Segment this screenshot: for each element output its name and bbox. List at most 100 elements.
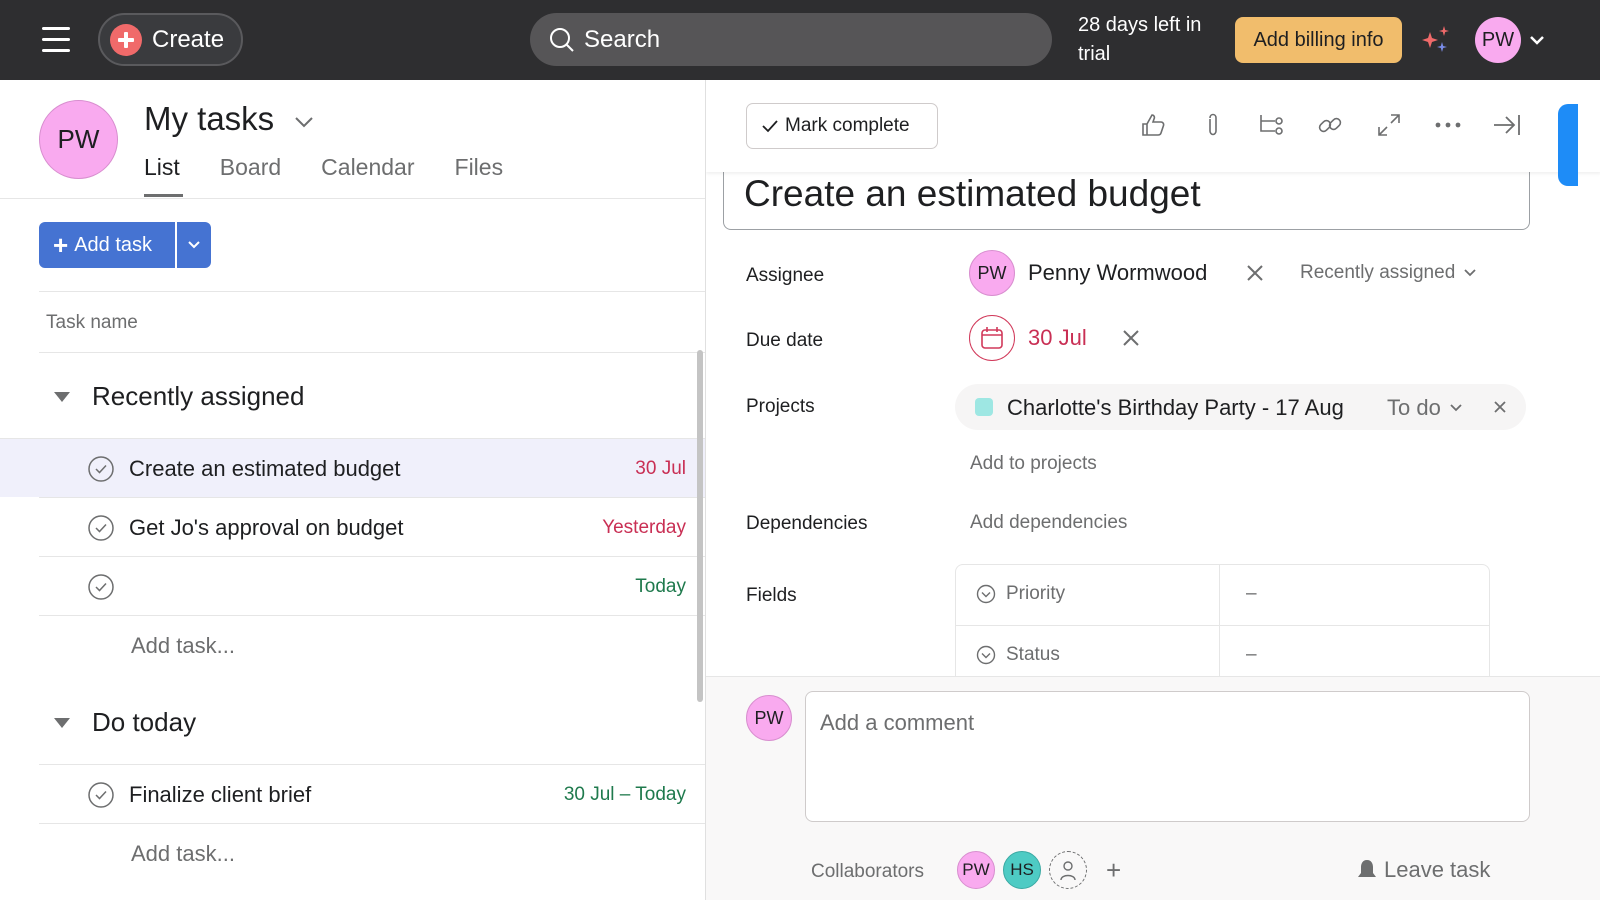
person-icon bbox=[1060, 861, 1076, 881]
section-recently-assigned: Recently assigned Create an estimated bu… bbox=[0, 354, 705, 677]
add-collaborator-button[interactable] bbox=[1049, 851, 1087, 889]
section-title: Do today bbox=[92, 707, 197, 737]
close-pane-icon[interactable] bbox=[1492, 110, 1522, 140]
due-date-value[interactable]: 30 Jul bbox=[1028, 325, 1087, 351]
tab-board[interactable]: Board bbox=[220, 154, 281, 197]
menu-icon[interactable] bbox=[42, 27, 70, 53]
view-tabs: List Board Calendar Files bbox=[144, 154, 543, 197]
expand-icon[interactable] bbox=[1374, 110, 1404, 140]
link-icon[interactable] bbox=[1315, 110, 1345, 140]
leave-task-label: Leave task bbox=[1384, 857, 1491, 882]
check-circle-icon[interactable] bbox=[87, 514, 115, 542]
assignee-name[interactable]: Penny Wormwood bbox=[1028, 260, 1207, 286]
page-avatar: PW bbox=[39, 100, 118, 179]
add-to-projects-link[interactable]: Add to projects bbox=[970, 453, 1097, 475]
task-row[interactable]: Finalize client brief 30 Jul – Today bbox=[39, 764, 705, 823]
comment-composer: PW Add a comment Collaborators PW HS + L… bbox=[706, 676, 1600, 900]
check-circle-icon[interactable] bbox=[87, 573, 115, 601]
collapse-caret-icon[interactable] bbox=[54, 392, 70, 402]
field-name: Priority bbox=[976, 583, 1065, 605]
project-section: To do bbox=[1387, 395, 1441, 420]
chevron-down-icon bbox=[1450, 404, 1462, 412]
mark-complete-button[interactable]: Mark complete bbox=[746, 103, 938, 149]
project-pill[interactable]: Charlotte's Birthday Party - 17 Aug To d… bbox=[955, 384, 1526, 430]
chevron-down-icon[interactable] bbox=[292, 110, 316, 134]
tab-files[interactable]: Files bbox=[455, 154, 504, 197]
divider bbox=[0, 198, 705, 199]
paperclip-icon[interactable] bbox=[1198, 110, 1228, 140]
ai-sparkle-icon[interactable] bbox=[1420, 24, 1454, 56]
add-dependencies-link[interactable]: Add dependencies bbox=[970, 512, 1127, 534]
section-header: Recently assigned bbox=[0, 354, 705, 438]
field-row-priority: Priority – bbox=[956, 565, 1489, 626]
user-avatar[interactable]: PW bbox=[1475, 17, 1521, 63]
comment-input[interactable]: Add a comment bbox=[805, 691, 1530, 822]
subtask-icon[interactable] bbox=[1257, 110, 1287, 140]
clear-due-date-icon[interactable] bbox=[1122, 329, 1140, 347]
plus-icon: + bbox=[53, 230, 69, 260]
more-icon[interactable] bbox=[1433, 110, 1463, 140]
column-header: Task name bbox=[39, 291, 705, 353]
assignee-label: Assignee bbox=[746, 265, 825, 286]
trial-status: 28 days left in trial bbox=[1078, 14, 1202, 65]
add-task-placeholder[interactable]: Add task... bbox=[131, 633, 235, 659]
add-task-dropdown[interactable] bbox=[175, 222, 211, 268]
field-name: Status bbox=[976, 644, 1060, 666]
task-due-date: 30 Jul bbox=[635, 458, 686, 479]
search-input[interactable]: Search bbox=[530, 13, 1052, 66]
check-circle-icon[interactable] bbox=[87, 781, 115, 809]
collapse-caret-icon[interactable] bbox=[54, 718, 70, 728]
thumbs-up-icon[interactable] bbox=[1138, 110, 1168, 140]
project-name[interactable]: Charlotte's Birthday Party - 17 Aug bbox=[1007, 395, 1344, 421]
dropdown-field-icon bbox=[976, 645, 996, 665]
tab-list[interactable]: List bbox=[144, 154, 183, 197]
collaborator-avatar[interactable]: PW bbox=[957, 851, 995, 889]
dependencies-label: Dependencies bbox=[746, 513, 868, 534]
plus-icon bbox=[110, 23, 142, 56]
task-row[interactable]: Create an estimated budget 30 Jul bbox=[0, 438, 705, 497]
remove-project-icon[interactable] bbox=[1493, 400, 1507, 414]
check-circle-icon[interactable] bbox=[87, 455, 115, 483]
assignee-section-select[interactable]: Recently assigned bbox=[1300, 262, 1477, 284]
create-button[interactable]: Create bbox=[98, 13, 243, 66]
project-color-swatch bbox=[975, 398, 993, 416]
collaborator-avatar[interactable]: HS bbox=[1003, 851, 1041, 889]
task-name: Finalize client brief bbox=[129, 782, 312, 807]
due-date-picker[interactable] bbox=[969, 315, 1015, 361]
due-date-label: Due date bbox=[746, 330, 824, 351]
assignee-avatar[interactable]: PW bbox=[969, 250, 1015, 296]
add-task-inline[interactable]: Add task... bbox=[39, 615, 705, 677]
projects-label: Projects bbox=[746, 396, 815, 417]
project-section-select[interactable]: To do bbox=[1387, 395, 1463, 421]
add-task-inline[interactable]: Add task... bbox=[39, 823, 705, 885]
comment-placeholder: Add a comment bbox=[820, 710, 975, 735]
task-row[interactable]: Today bbox=[39, 556, 705, 615]
scrollbar[interactable] bbox=[697, 350, 703, 702]
plus-icon[interactable]: + bbox=[1106, 855, 1121, 886]
check-icon bbox=[762, 120, 778, 133]
remove-assignee-icon[interactable] bbox=[1246, 264, 1264, 282]
field-name-text: Status bbox=[1006, 644, 1060, 665]
add-task-placeholder[interactable]: Add task... bbox=[131, 841, 235, 867]
chevron-down-icon[interactable] bbox=[1528, 31, 1546, 49]
field-value-text: – bbox=[1246, 644, 1257, 665]
section-header: Do today bbox=[0, 680, 705, 764]
task-due-date: Yesterday bbox=[602, 517, 686, 538]
custom-fields-table: Priority – Status – bbox=[955, 564, 1490, 694]
chevron-down-icon bbox=[1464, 269, 1476, 277]
side-panel-tab[interactable] bbox=[1558, 104, 1578, 186]
tab-calendar[interactable]: Calendar bbox=[321, 154, 414, 197]
column-task-name[interactable]: Task name bbox=[46, 312, 138, 334]
bell-icon bbox=[1358, 860, 1376, 877]
add-task-button-group: + Add task bbox=[39, 222, 211, 268]
create-label: Create bbox=[152, 25, 225, 53]
calendar-icon bbox=[981, 327, 1003, 349]
task-row[interactable]: Get Jo's approval on budget Yesterday bbox=[39, 497, 705, 556]
section-title: Recently assigned bbox=[92, 381, 305, 411]
leave-task-button[interactable]: Leave task bbox=[1356, 857, 1490, 883]
add-task-label: Add task bbox=[74, 233, 153, 256]
add-billing-button[interactable]: Add billing info bbox=[1235, 17, 1402, 63]
assignee-section: Recently assigned bbox=[1300, 262, 1456, 283]
add-task-button[interactable]: + Add task bbox=[39, 222, 175, 268]
field-value[interactable]: – bbox=[1219, 565, 1489, 625]
